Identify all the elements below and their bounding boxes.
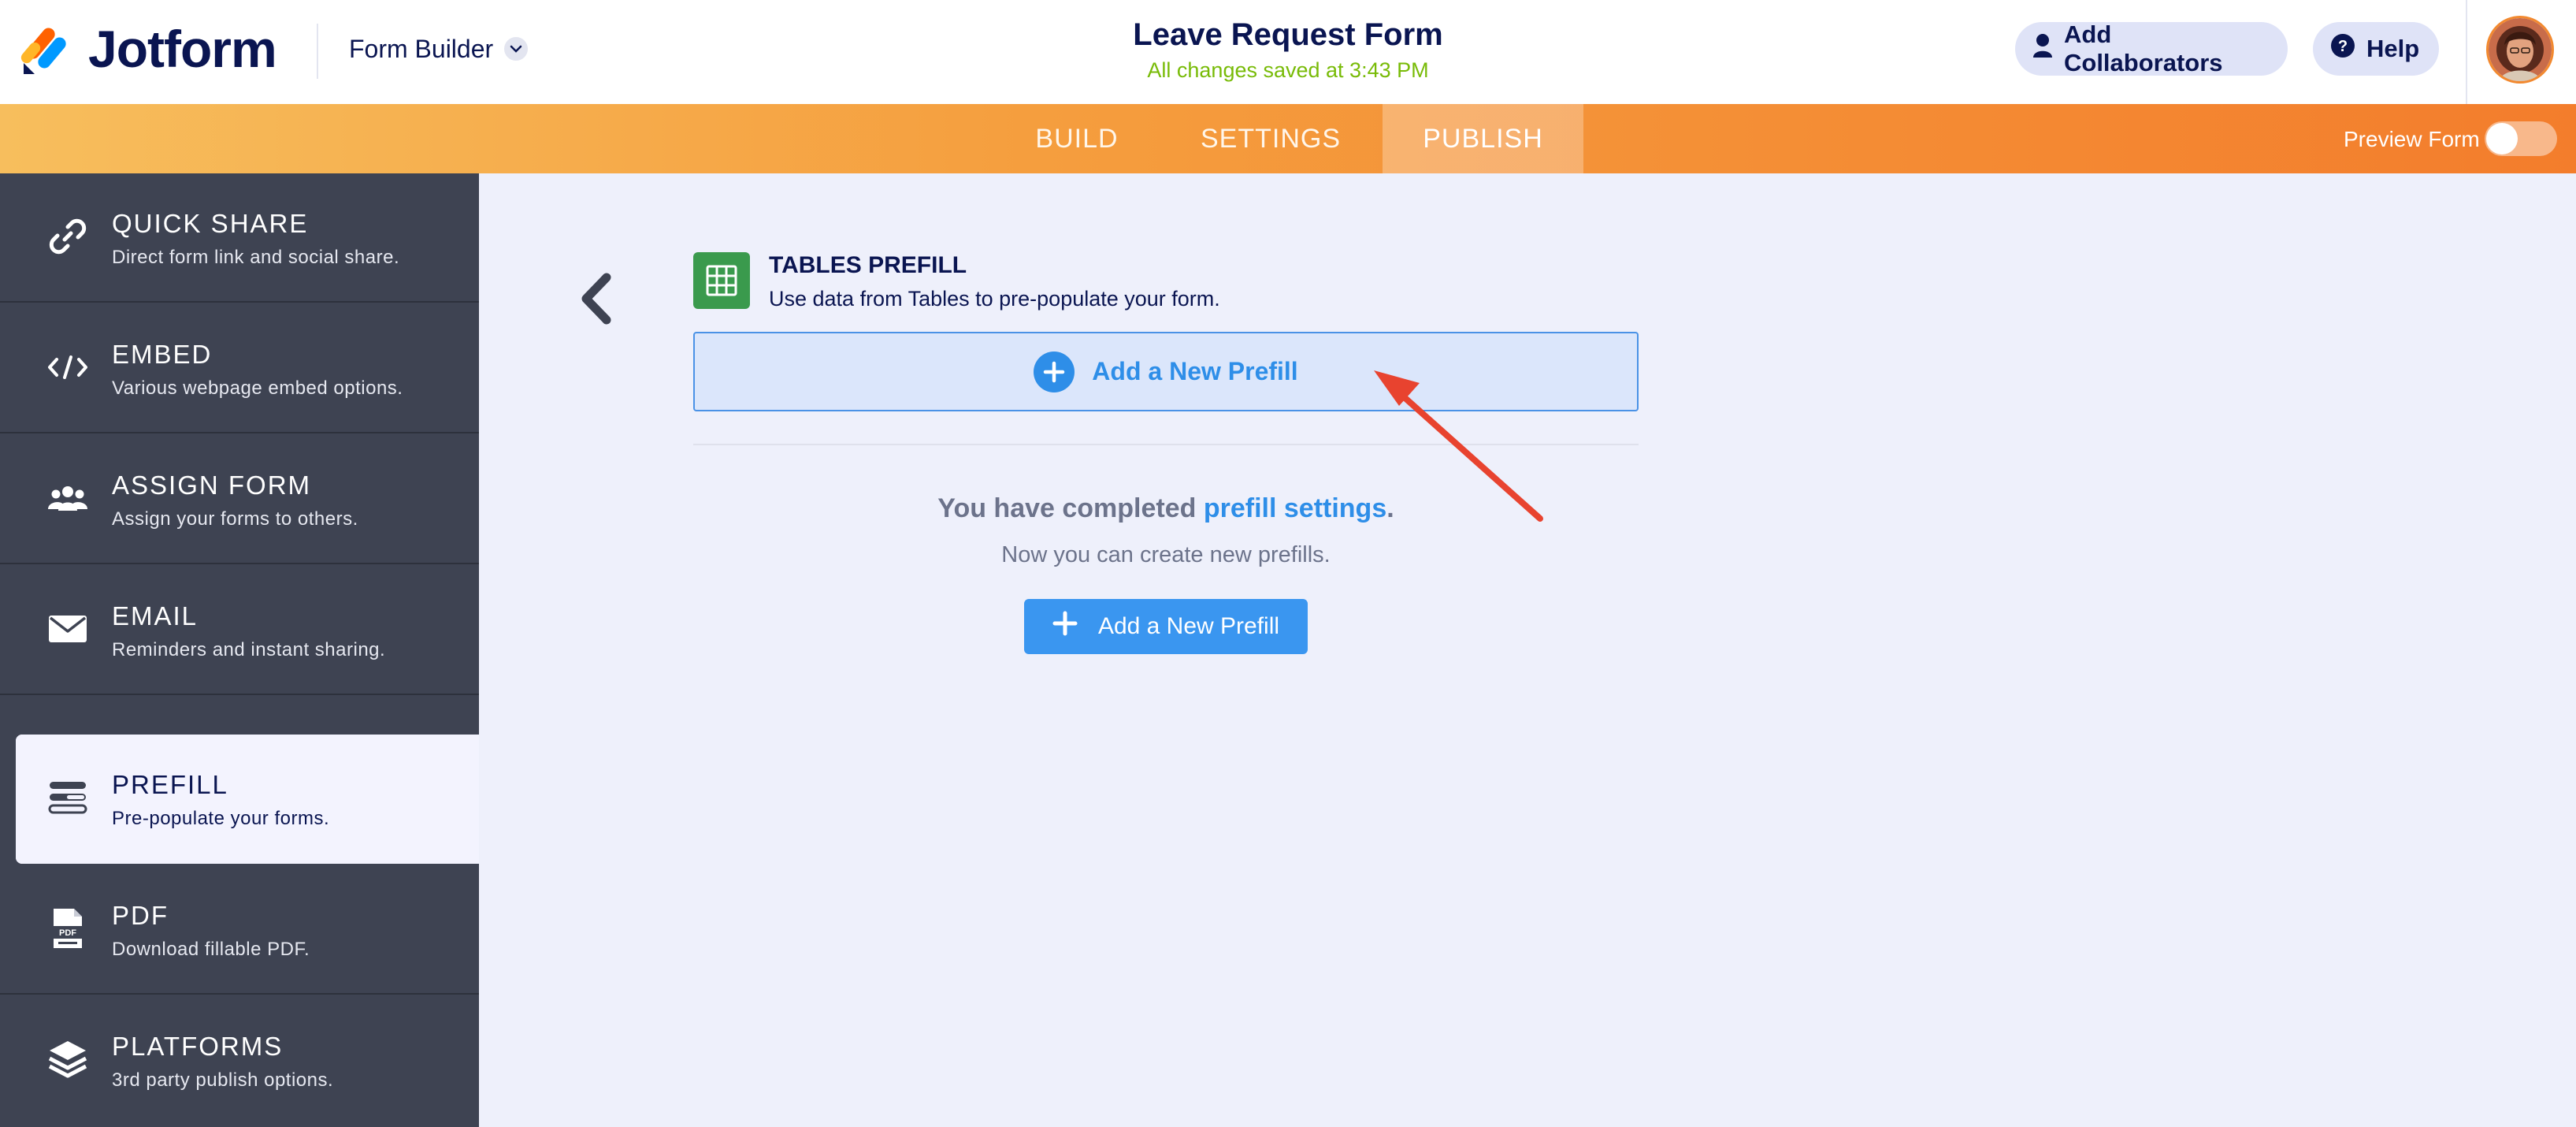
publish-sidebar: QUICK SHARE Direct form link and social … (0, 173, 479, 1127)
top-header: Jotform Form Builder Leave Request Form … (0, 0, 2576, 105)
sidebar-item-desc: Various webpage embed options. (112, 378, 403, 399)
link-icon (46, 214, 90, 259)
sidebar-item-pdf[interactable]: PDF PDF Download fillable PDF. (0, 865, 479, 995)
tab-build[interactable]: BUILD (1016, 104, 1138, 173)
form-builder-dropdown[interactable]: Form Builder (349, 33, 529, 65)
help-label: Help (2366, 35, 2420, 62)
jotform-logo-icon[interactable] (20, 24, 69, 76)
code-icon (46, 345, 90, 389)
layers-icon (46, 1037, 90, 1081)
sidebar-item-title: ASSIGN FORM (112, 471, 312, 500)
sidebar-item-title: PDF (112, 901, 169, 930)
sidebar-item-desc: 3rd party publish options. (112, 1069, 334, 1091)
add-new-prefill-button[interactable]: Add a New Prefill (1024, 599, 1308, 654)
add-new-prefill-button-label: Add a New Prefill (1097, 613, 1280, 639)
sidebar-item-prefill-active[interactable]: PREFILL Pre-populate your forms. (16, 735, 479, 864)
toggle-knob (2486, 123, 2518, 154)
completed-prefix: You have completed (937, 493, 1204, 523)
header-divider (317, 24, 318, 79)
completed-message: You have completed prefill settings. (693, 492, 1639, 525)
prefill-settings-link[interactable]: prefill settings (1204, 493, 1386, 523)
publish-navbar: BUILD SETTINGS PUBLISH Preview Form (0, 104, 2576, 173)
users-icon (46, 476, 90, 520)
pdf-icon: PDF (46, 906, 90, 950)
completed-suffix: . (1386, 493, 1394, 523)
sidebar-item-desc: Pre-populate your forms. (112, 808, 330, 829)
sidebar-item-desc: Download fillable PDF. (112, 939, 310, 960)
envelope-icon (46, 607, 90, 651)
back-chevron-icon[interactable] (577, 271, 616, 326)
sidebar-item-title: QUICK SHARE (112, 209, 309, 238)
svg-text:?: ? (2338, 38, 2348, 55)
form-title[interactable]: Leave Request Form (1052, 16, 1524, 54)
tab-publish[interactable]: PUBLISH (1383, 104, 1583, 173)
avatar-divider (2466, 0, 2467, 104)
sidebar-item-desc: Reminders and instant sharing. (112, 639, 386, 660)
section-description: Use data from Tables to pre-populate you… (769, 287, 1220, 311)
tables-grid-icon (693, 252, 750, 309)
plus-circle-icon (1034, 351, 1075, 392)
sidebar-item-title: EMBED (112, 340, 213, 369)
sidebar-item-embed[interactable]: EMBED Various webpage embed options. (0, 304, 479, 433)
avatar[interactable] (2486, 16, 2554, 84)
save-status: All changes saved at 3:43 PM (1147, 58, 1429, 82)
help-button[interactable]: ? Help (2313, 22, 2439, 76)
sidebar-item-title: EMAIL (112, 601, 199, 630)
svg-text:PDF: PDF (59, 928, 76, 938)
user-icon (2032, 33, 2053, 65)
sidebar-item-platforms[interactable]: PLATFORMS 3rd party publish options. (0, 996, 479, 1125)
sidebar-item-email[interactable]: EMAIL Reminders and instant sharing. (0, 566, 479, 695)
form-builder-label: Form Builder (349, 35, 494, 63)
chevron-down-icon (504, 37, 529, 61)
sidebar-item-desc: Assign your forms to others. (112, 508, 358, 530)
sidebar-item-assign-form[interactable]: ASSIGN FORM Assign your forms to others. (0, 435, 479, 564)
tab-settings[interactable]: SETTINGS (1182, 104, 1360, 173)
section-title: TABLES PREFILL (769, 252, 967, 278)
sidebar-item-quick-share[interactable]: QUICK SHARE Direct form link and social … (0, 173, 479, 303)
question-icon: ? (2330, 33, 2355, 65)
add-new-prefill-box-label: Add a New Prefill (1092, 357, 1298, 385)
sidebar-item-title: PREFILL (112, 770, 228, 799)
add-collaborators-button[interactable]: Add Collaborators (2015, 20, 2288, 76)
prefill-icon (46, 776, 90, 820)
preview-form-toggle[interactable] (2485, 121, 2557, 156)
content-divider (693, 444, 1639, 445)
sidebar-item-title: PLATFORMS (112, 1032, 284, 1061)
plus-icon (1052, 611, 1078, 642)
sidebar-item-desc: Direct form link and social share. (112, 247, 400, 268)
logo-text: Jotform (88, 20, 277, 78)
add-new-prefill-box[interactable]: Add a New Prefill (693, 332, 1639, 411)
add-collaborators-label: Add Collaborators (2064, 20, 2223, 76)
create-prefills-hint: Now you can create new prefills. (1001, 542, 1331, 567)
preview-form-label: Preview Form (2344, 127, 2480, 151)
